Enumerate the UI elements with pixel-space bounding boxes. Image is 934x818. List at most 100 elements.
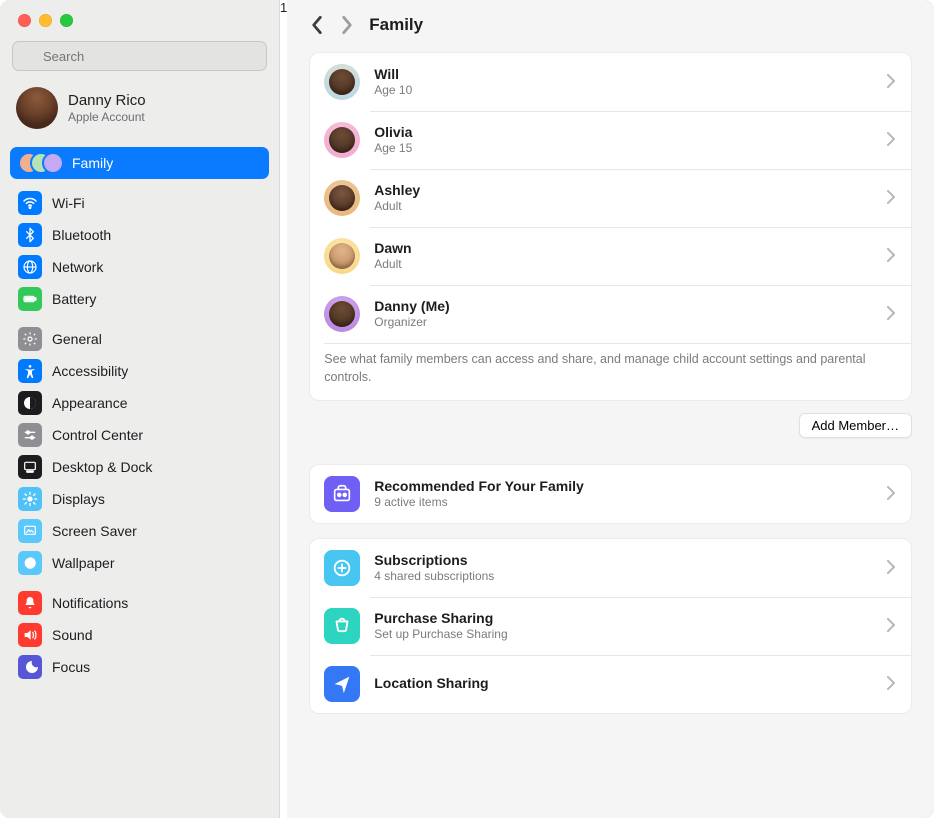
recommended-row[interactable]: Recommended For Your Family 9 active ite… bbox=[310, 465, 911, 523]
sidebar-item-label: Accessibility bbox=[52, 363, 128, 380]
member-row[interactable]: Dawn Adult bbox=[310, 227, 911, 285]
members-footnote: See what family members can access and s… bbox=[310, 343, 911, 400]
row-lines: Subscriptions 4 shared subscriptions bbox=[374, 552, 873, 585]
sidebar-item-battery[interactable]: Battery bbox=[10, 283, 269, 315]
sidebar-group-top: Family bbox=[10, 147, 269, 179]
recommended-card: Recommended For Your Family 9 active ite… bbox=[309, 464, 912, 524]
sidebar-item-label: Wi-Fi bbox=[52, 195, 85, 212]
member-lines: Ashley Adult bbox=[374, 182, 873, 215]
sidebar-item-sound[interactable]: Sound bbox=[10, 619, 269, 651]
accessibility-icon bbox=[18, 359, 42, 383]
member-avatar bbox=[324, 296, 360, 332]
row-sub: 4 shared subscriptions bbox=[374, 569, 873, 584]
chevron-right-icon bbox=[887, 190, 897, 207]
chevron-right-icon bbox=[887, 486, 897, 503]
row-lines: Location Sharing bbox=[374, 675, 873, 693]
nav-back-button[interactable] bbox=[309, 14, 325, 36]
sidebar-group-system: General Accessibility Appearance bbox=[10, 323, 269, 579]
row-title: Purchase Sharing bbox=[374, 610, 873, 628]
desktop-dock-icon bbox=[18, 455, 42, 479]
member-avatar bbox=[324, 180, 360, 216]
row-lines: Recommended For Your Family 9 active ite… bbox=[374, 478, 873, 511]
member-name: Will bbox=[374, 66, 873, 84]
sidebar-item-family[interactable]: Family bbox=[10, 147, 269, 179]
member-sub: Age 15 bbox=[374, 141, 873, 156]
chevron-right-icon bbox=[887, 132, 897, 149]
content-header: Family bbox=[287, 0, 934, 46]
add-member-row: Add Member… bbox=[309, 413, 912, 438]
sidebar-item-network[interactable]: Network bbox=[10, 251, 269, 283]
fullscreen-window-button[interactable] bbox=[60, 14, 73, 27]
sidebar-item-wallpaper[interactable]: Wallpaper bbox=[10, 547, 269, 579]
recommended-icon bbox=[324, 476, 360, 512]
control-center-icon bbox=[18, 423, 42, 447]
member-name: Dawn bbox=[374, 240, 873, 258]
sidebar-item-label: Appearance bbox=[52, 395, 128, 412]
sidebar-item-accessibility[interactable]: Accessibility bbox=[10, 355, 269, 387]
sidebar-item-wifi[interactable]: Wi-Fi bbox=[10, 187, 269, 219]
purchase-sharing-row[interactable]: Purchase Sharing Set up Purchase Sharing bbox=[310, 597, 911, 655]
member-avatar bbox=[324, 64, 360, 100]
sidebar-group-network: Wi-Fi Bluetooth Network bbox=[10, 187, 269, 315]
sidebar-item-label: Control Center bbox=[52, 427, 143, 444]
member-row[interactable]: Olivia Age 15 bbox=[310, 111, 911, 169]
sidebar-item-screen-saver[interactable]: Screen Saver bbox=[10, 515, 269, 547]
sidebar-item-bluetooth[interactable]: Bluetooth bbox=[10, 219, 269, 251]
account-name: Danny Rico bbox=[68, 92, 146, 110]
content-scroll[interactable]: Will Age 10 Olivia Age 15 As bbox=[287, 46, 934, 750]
battery-icon bbox=[18, 287, 42, 311]
sidebar-item-label: Battery bbox=[52, 291, 96, 308]
sidebar-item-focus[interactable]: Focus bbox=[10, 651, 269, 683]
row-sub: Set up Purchase Sharing bbox=[374, 627, 873, 642]
chevron-right-icon bbox=[887, 618, 897, 635]
sidebar: Danny Rico Apple Account Family bbox=[0, 0, 280, 818]
gear-icon bbox=[18, 327, 42, 351]
row-lines: Purchase Sharing Set up Purchase Sharing bbox=[374, 610, 873, 643]
search-input[interactable] bbox=[12, 41, 267, 71]
add-member-button[interactable]: Add Member… bbox=[799, 413, 912, 438]
family-members-card: Will Age 10 Olivia Age 15 As bbox=[309, 52, 912, 401]
appearance-icon bbox=[18, 391, 42, 415]
row-title: Location Sharing bbox=[374, 675, 873, 693]
member-lines: Will Age 10 bbox=[374, 66, 873, 99]
subscriptions-row[interactable]: Subscriptions 4 shared subscriptions bbox=[310, 539, 911, 597]
sidebar-item-label: Screen Saver bbox=[52, 523, 137, 540]
minimize-window-button[interactable] bbox=[39, 14, 52, 27]
sidebar-list: Family Wi-Fi Bluetooth bbox=[0, 139, 279, 693]
sidebar-item-control-center[interactable]: Control Center bbox=[10, 419, 269, 451]
member-row[interactable]: Ashley Adult bbox=[310, 169, 911, 227]
sidebar-item-displays[interactable]: Displays bbox=[10, 483, 269, 515]
content-pane: Family Will Age 10 Olivia Age 15 bbox=[287, 0, 934, 818]
purchase-sharing-icon bbox=[324, 608, 360, 644]
sidebar-item-label: Desktop & Dock bbox=[52, 459, 152, 476]
sound-icon bbox=[18, 623, 42, 647]
settings-window: Danny Rico Apple Account Family bbox=[0, 0, 934, 818]
member-name: Danny (Me) bbox=[374, 298, 873, 316]
member-sub: Adult bbox=[374, 199, 873, 214]
page-title: Family bbox=[369, 15, 423, 35]
sidebar-group-notifications: Notifications Sound Focus bbox=[10, 587, 269, 683]
close-window-button[interactable] bbox=[18, 14, 31, 27]
location-sharing-icon bbox=[324, 666, 360, 702]
member-avatar bbox=[324, 238, 360, 274]
sidebar-item-general[interactable]: General bbox=[10, 323, 269, 355]
sidebar-item-label: Bluetooth bbox=[52, 227, 111, 244]
notifications-icon bbox=[18, 591, 42, 615]
member-row[interactable]: Will Age 10 bbox=[310, 53, 911, 111]
row-title: Subscriptions bbox=[374, 552, 873, 570]
sidebar-item-appearance[interactable]: Appearance bbox=[10, 387, 269, 419]
sidebar-item-desktop-dock[interactable]: Desktop & Dock bbox=[10, 451, 269, 483]
nav-forward-button[interactable] bbox=[339, 14, 355, 36]
sidebar-item-notifications[interactable]: Notifications bbox=[10, 587, 269, 619]
location-sharing-row[interactable]: Location Sharing bbox=[310, 655, 911, 713]
member-sub: Age 10 bbox=[374, 83, 873, 98]
bluetooth-icon bbox=[18, 223, 42, 247]
account-lines: Danny Rico Apple Account bbox=[68, 92, 146, 124]
member-row[interactable]: Danny (Me) Organizer bbox=[310, 285, 911, 343]
sharing-card: Subscriptions 4 shared subscriptions Pur… bbox=[309, 538, 912, 714]
sidebar-item-label: Sound bbox=[52, 627, 92, 644]
account-row[interactable]: Danny Rico Apple Account bbox=[0, 81, 279, 139]
screen-saver-icon bbox=[18, 519, 42, 543]
row-title: Recommended For Your Family bbox=[374, 478, 873, 496]
chevron-right-icon bbox=[887, 676, 897, 693]
